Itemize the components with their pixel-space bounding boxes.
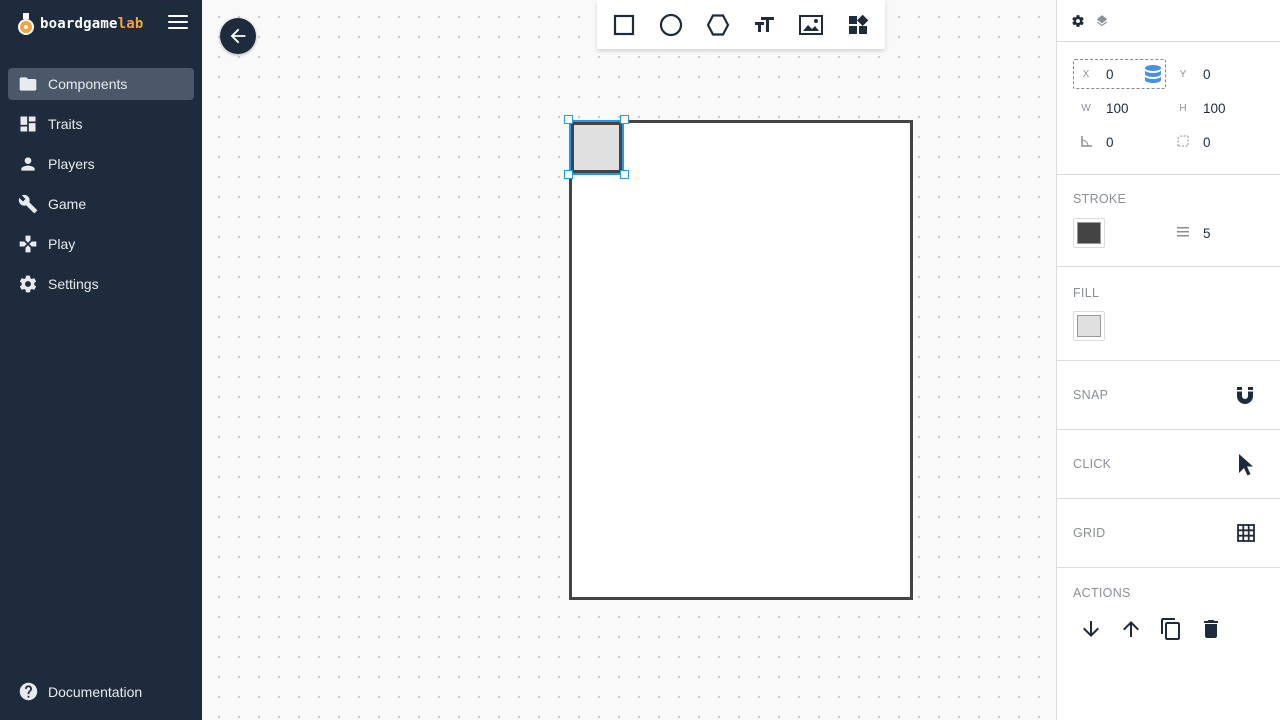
text-tool-button[interactable]: [748, 9, 780, 41]
w-value: 100: [1106, 100, 1129, 116]
magnet-icon[interactable]: [1234, 385, 1256, 407]
actions-section: ACTIONS: [1057, 568, 1280, 668]
y-value: 0: [1203, 66, 1211, 82]
documentation-label: Documentation: [48, 683, 143, 700]
fill-color-swatch[interactable]: [1073, 311, 1105, 341]
sidebar-item-label: Traits: [48, 116, 83, 132]
x-value: 0: [1106, 66, 1114, 82]
arrow-down-icon[interactable]: [1079, 617, 1103, 641]
sidebar-item-players[interactable]: Players: [8, 148, 194, 180]
snap-label: SNAP: [1073, 388, 1109, 402]
documentation-link[interactable]: Documentation: [18, 681, 142, 702]
stroke-width-field[interactable]: 5: [1171, 219, 1261, 247]
editor-canvas[interactable]: [202, 0, 1056, 720]
arrow-left-icon: [230, 28, 246, 44]
click-section: CLICK: [1057, 430, 1280, 499]
brand-suffix: lab: [117, 16, 144, 32]
back-button[interactable]: [220, 18, 256, 54]
hexagon-tool-button[interactable]: [702, 9, 734, 41]
sidebar-item-label: Components: [48, 76, 128, 92]
sidebar-item-play[interactable]: Play: [8, 228, 194, 260]
square-tool-button[interactable]: [608, 9, 640, 41]
square-icon: [614, 14, 635, 35]
database-icon[interactable]: [1144, 64, 1162, 84]
widgets-icon: [848, 14, 868, 34]
rotation-field[interactable]: 0: [1074, 128, 1164, 156]
component-tool-button[interactable]: [842, 9, 874, 41]
grid-section: GRID: [1057, 499, 1280, 568]
text-size-icon: [755, 16, 775, 32]
properties-panel: X 0 Y 0 W 100 H 100 0 0 STROKE 5 FILL SN…: [1056, 0, 1280, 720]
copy-icon[interactable]: [1159, 617, 1183, 641]
resize-handle-bottom-right[interactable]: [620, 170, 629, 179]
w-label: W: [1081, 102, 1091, 114]
h-value: 100: [1203, 100, 1226, 116]
sidebar-item-game[interactable]: Game: [8, 188, 194, 220]
geometry-section: X 0 Y 0 W 100 H 100 0 0: [1057, 42, 1280, 175]
sidebar-item-label: Players: [48, 156, 95, 172]
sidebar-nav: Components Traits Players Game Play Sett…: [8, 68, 194, 308]
line-weight-icon: [1177, 226, 1189, 236]
brand-logo[interactable]: boardgamelab: [16, 11, 144, 37]
stroke-width-value: 5: [1203, 225, 1211, 241]
wrench-icon: [18, 194, 38, 214]
actions-label: ACTIONS: [1073, 586, 1131, 600]
grid-icon[interactable]: [1237, 524, 1255, 542]
hexagon-icon: [706, 13, 729, 36]
fill-label: FILL: [1073, 286, 1100, 300]
shape-toolbar: [597, 0, 885, 49]
resize-handle-bottom-left[interactable]: [564, 170, 573, 179]
sidebar: boardgamelab Components Traits Players G…: [0, 0, 202, 720]
grid-label: GRID: [1073, 526, 1106, 540]
stroke-label: STROKE: [1073, 192, 1127, 206]
rotation-value: 0: [1106, 134, 1114, 150]
stroke-color-swatch[interactable]: [1073, 218, 1105, 248]
trash-icon[interactable]: [1199, 617, 1223, 641]
x-field[interactable]: X 0: [1073, 59, 1166, 89]
stroke-section: STROKE 5: [1057, 175, 1280, 267]
sidebar-item-settings[interactable]: Settings: [8, 268, 194, 300]
circle-tool-button[interactable]: [655, 9, 687, 41]
person-icon: [21, 157, 35, 171]
angle-icon: [1081, 135, 1092, 147]
folder-icon: [19, 77, 37, 91]
sidebar-item-label: Game: [48, 196, 87, 212]
brand-name: boardgame: [40, 16, 118, 32]
sidebar-item-traits[interactable]: Traits: [8, 108, 194, 140]
image-icon: [798, 14, 823, 35]
h-label: H: [1179, 102, 1187, 114]
cursor-icon[interactable]: [1237, 453, 1253, 477]
sidebar-item-label: Play: [48, 236, 76, 252]
arrow-up-icon[interactable]: [1119, 617, 1143, 641]
dashboard-icon: [20, 116, 36, 132]
h-field[interactable]: H 100: [1171, 94, 1261, 122]
gear-icon: [19, 275, 37, 293]
sidebar-item-components[interactable]: Components: [8, 68, 194, 100]
radius-field[interactable]: 0: [1171, 128, 1261, 156]
y-label: Y: [1179, 68, 1187, 80]
x-label: X: [1082, 68, 1090, 80]
radius-value: 0: [1203, 134, 1211, 150]
click-label: CLICK: [1073, 457, 1112, 471]
flask-logo-icon: [18, 13, 34, 35]
help-icon: [19, 682, 38, 701]
layers-icon[interactable]: [1095, 14, 1109, 28]
gamepad-icon: [19, 235, 37, 253]
hamburger-menu-icon[interactable]: [168, 15, 188, 33]
fill-section: FILL: [1057, 267, 1280, 361]
image-tool-button[interactable]: [795, 9, 827, 41]
selected-shape[interactable]: [564, 115, 629, 179]
corner-radius-icon: [1177, 134, 1189, 147]
selection-outline: [569, 120, 624, 175]
card-component[interactable]: [569, 120, 913, 600]
resize-handle-top-left[interactable]: [564, 115, 573, 124]
gear-icon[interactable]: [1071, 14, 1085, 28]
circle-icon: [659, 13, 683, 36]
y-field[interactable]: Y 0: [1171, 60, 1261, 88]
resize-handle-top-right[interactable]: [620, 115, 629, 124]
sidebar-item-label: Settings: [48, 276, 99, 292]
panel-tabs: [1057, 0, 1280, 42]
w-field[interactable]: W 100: [1074, 94, 1164, 122]
snap-section: SNAP: [1057, 361, 1280, 430]
